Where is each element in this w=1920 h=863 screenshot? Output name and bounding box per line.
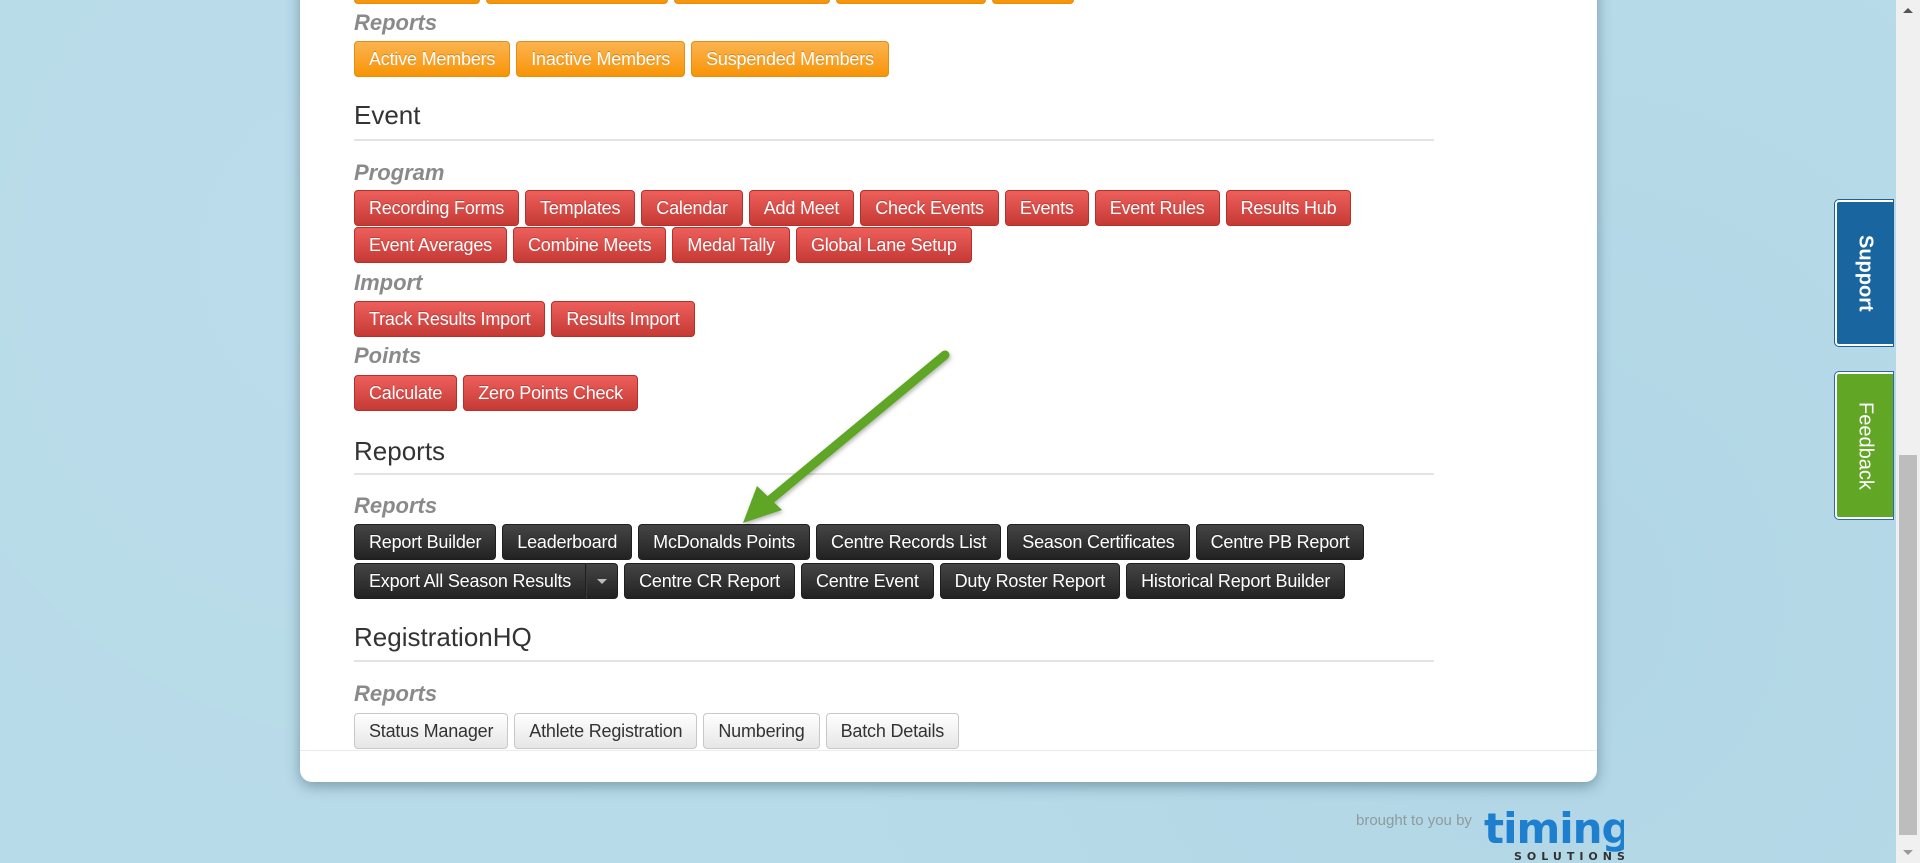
batch-details-button[interactable]: Batch Details (825, 713, 960, 749)
centre-pb-report-button[interactable]: Centre PB Report (1195, 524, 1365, 560)
recording-forms-button[interactable]: Recording Forms (354, 190, 520, 226)
events-button[interactable]: Events (1004, 190, 1089, 226)
historical-report-builder-button[interactable]: Historical Report Builder (1126, 563, 1346, 599)
import-buttons: Track Results Import Results Import (354, 301, 695, 337)
reports-label: Reports (354, 493, 438, 518)
logo-main-text: timing (1484, 805, 1624, 853)
export-dropdown-toggle[interactable] (586, 563, 619, 599)
suspended-members-button[interactable]: Suspended Members (691, 41, 889, 77)
event-averages-button[interactable]: Event Averages (354, 227, 507, 263)
add-meet-button[interactable]: Add Meet (748, 190, 855, 226)
centre-records-list-button[interactable]: Centre Records List (816, 524, 1002, 560)
members-reports-label: Reports (354, 10, 438, 35)
report-builder-button[interactable]: Report Builder (354, 524, 497, 560)
support-tab[interactable]: Support (1834, 199, 1894, 347)
templates-button[interactable]: Templates (525, 190, 636, 226)
logo-sub-text: SOLUTIONS (1514, 850, 1624, 863)
registrationhq-buttons: Status Manager Athlete Registration Number… (354, 713, 960, 749)
import-label: Import (354, 270, 423, 295)
status-manager-button[interactable]: Status Manager (354, 713, 509, 749)
registrationhq-reports-label: Reports (354, 681, 438, 706)
zero-points-check-button[interactable]: Zero Points Check (463, 375, 638, 411)
centre-cr-report-button[interactable]: Centre CR Report (624, 563, 795, 599)
registrationhq-divider (354, 660, 1434, 662)
track-results-import-button[interactable]: Track Results Import (354, 301, 546, 337)
members-partial-row (354, 0, 1074, 4)
check-events-button[interactable]: Check Events (860, 190, 999, 226)
duty-roster-report-button[interactable]: Duty Roster Report (939, 563, 1121, 599)
results-hub-button[interactable]: Results Hub (1225, 190, 1352, 226)
export-all-season-results-button[interactable]: Export All Season Results (354, 563, 587, 599)
calendar-button[interactable]: Calendar (641, 190, 743, 226)
feedback-tab-label: Feedback (1854, 401, 1877, 490)
footer-credit-text: brought to you by (1356, 812, 1472, 829)
reports-section-title: Reports (354, 436, 446, 466)
event-section-title: Event (354, 100, 421, 130)
event-rules-button[interactable]: Event Rules (1094, 190, 1220, 226)
members-reports-buttons: Active Members Inactive Members Suspended … (354, 41, 889, 77)
active-members-button[interactable]: Active Members (354, 41, 511, 77)
feedback-tab[interactable]: Feedback (1834, 371, 1894, 520)
members-button-partial[interactable] (836, 0, 986, 4)
reports-buttons-row2: Export All Season Results Centre CR Repo… (354, 563, 1346, 599)
registrationhq-section-title: RegistrationHQ (354, 622, 532, 652)
numbering-button[interactable]: Numbering (703, 713, 820, 749)
program-buttons-row2: Event Averages Combine Meets Medal Tally Gl… (354, 227, 972, 263)
calculate-button[interactable]: Calculate (354, 375, 458, 411)
scrollbar-thumb[interactable] (1899, 455, 1917, 835)
global-lane-setup-button[interactable]: Global Lane Setup (795, 227, 972, 263)
members-button-partial[interactable] (992, 0, 1074, 4)
leaderboard-button[interactable]: Leaderboard (502, 524, 633, 560)
inactive-members-button[interactable]: Inactive Members (516, 41, 686, 77)
centre-event-button[interactable]: Centre Event (800, 563, 934, 599)
members-button-partial[interactable] (486, 0, 668, 4)
reports-divider (354, 473, 1434, 475)
medal-tally-button[interactable]: Medal Tally (672, 227, 790, 263)
program-label: Program (354, 160, 445, 185)
athlete-registration-button[interactable]: Athlete Registration (514, 713, 698, 749)
export-all-season-results-split-button: Export All Season Results (354, 563, 619, 599)
event-divider (354, 139, 1434, 141)
members-button-partial[interactable] (354, 0, 480, 4)
season-certificates-button[interactable]: Season Certificates (1007, 524, 1190, 560)
timing-solutions-logo[interactable]: timing SOLUTIONS (1484, 805, 1624, 863)
caret-down-icon (597, 578, 608, 584)
members-button-partial[interactable] (674, 0, 830, 4)
points-label: Points (354, 343, 422, 368)
support-tab-label: Support (1854, 234, 1877, 312)
panel-footer-divider (300, 750, 1597, 751)
reports-buttons-row1: Report Builder Leaderboard McDonalds Point… (354, 524, 1365, 560)
results-import-button[interactable]: Results Import (551, 301, 695, 337)
vertical-scrollbar[interactable] (1896, 0, 1920, 863)
program-buttons-row1: Recording Forms Templates Calendar Add Meet… (354, 190, 1352, 226)
mcdonalds-points-button[interactable]: McDonalds Points (638, 524, 811, 560)
scroll-up-arrow-icon[interactable] (1903, 8, 1913, 13)
scroll-down-arrow-icon[interactable] (1903, 850, 1913, 855)
combine-meets-button[interactable]: Combine Meets (512, 227, 667, 263)
points-buttons: Calculate Zero Points Check (354, 375, 638, 411)
